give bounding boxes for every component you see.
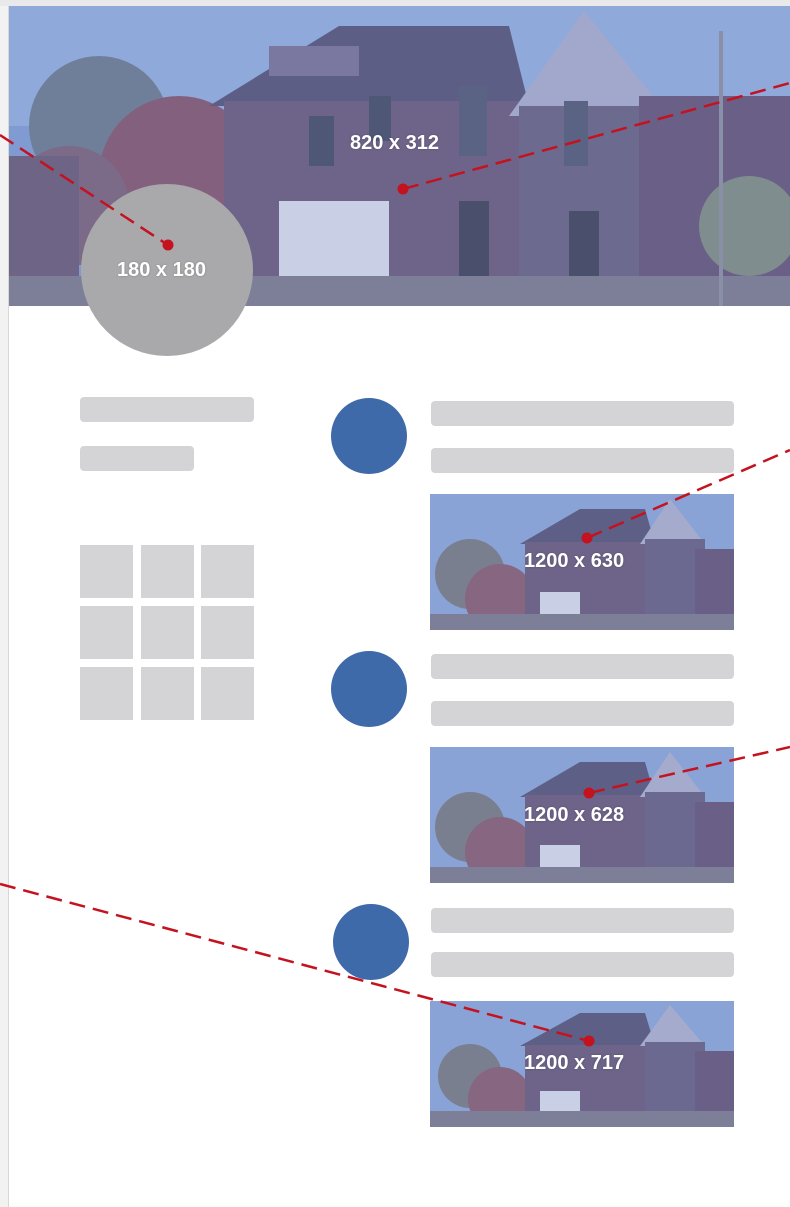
post-title-placeholder [431, 654, 734, 679]
photo-grid-cell [141, 606, 194, 659]
post-subtitle-placeholder [431, 701, 734, 726]
post-subtitle-placeholder [431, 952, 734, 977]
post-image-size-label: 1200 x 628 [524, 804, 625, 826]
post-image-size-label: 1200 x 630 [524, 550, 625, 572]
post-title-placeholder [431, 908, 734, 933]
photo-grid-cell [201, 545, 254, 598]
photo-grid-cell [80, 545, 133, 598]
post-subtitle-placeholder [431, 448, 734, 473]
cover-size-label: 820 x 312 [350, 132, 439, 154]
photo-grid-cell [201, 667, 254, 720]
profile-name-placeholder [80, 397, 254, 422]
profile-picture-size-label: 180 x 180 [117, 259, 206, 281]
post-avatar [331, 651, 407, 727]
post-avatar [333, 904, 409, 980]
photo-grid-cell [201, 606, 254, 659]
post-title-placeholder [431, 401, 734, 426]
page-frame-edge [0, 0, 9, 1207]
photo-grid-cell [80, 667, 133, 720]
profile-subtitle-placeholder [80, 446, 194, 471]
photo-grid-cell [80, 606, 133, 659]
photo-grid-cell [141, 667, 194, 720]
post-image-size-label: 1200 x 717 [524, 1052, 625, 1074]
photo-grid-cell [141, 545, 194, 598]
post-avatar [331, 398, 407, 474]
